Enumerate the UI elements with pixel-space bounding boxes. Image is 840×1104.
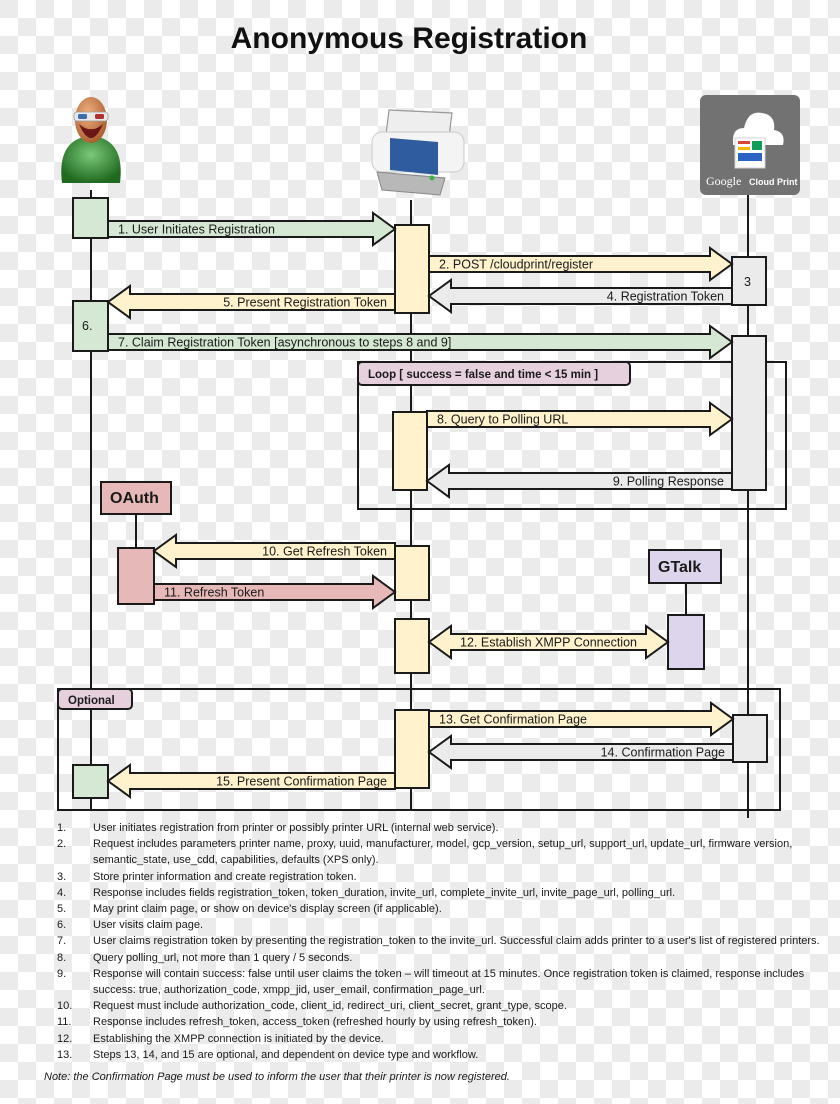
message-arrow-m2: 2. POST /cloudprint/register xyxy=(428,246,734,282)
message-label: 14. Confirmation Page xyxy=(601,746,725,760)
gtalk-activation xyxy=(667,614,705,670)
notes-list: 1. User initiates registration from print… xyxy=(44,820,834,1085)
note-number: 6. xyxy=(57,919,67,932)
message-arrow-m5: 5. Present Registration Token xyxy=(106,284,396,320)
message-label: 12. Establish XMPP Connection xyxy=(460,636,637,650)
gtalk-label: GTalk xyxy=(658,559,701,576)
note-number: 2. xyxy=(57,838,67,851)
note-item: 1. User initiates registration from print… xyxy=(44,820,834,836)
gtalk-actor: GTalk xyxy=(648,549,722,584)
printer-icon xyxy=(371,109,465,196)
printer-activation-optional xyxy=(394,709,430,789)
loop-frame-label: Loop [ success = false and time < 15 min… xyxy=(368,369,598,381)
note-item: 11. Response includes refresh_token, acce… xyxy=(44,1014,834,1030)
message-arrow-m8: 8. Query to Polling URL xyxy=(426,401,734,437)
note-text: Steps 13, 14, and 15 are optional, and d… xyxy=(93,1048,479,1061)
cloud-activation-claim xyxy=(731,335,767,491)
note-text: Response includes fields registration_to… xyxy=(93,886,676,899)
message-label: 7. Claim Registration Token [asynchronou… xyxy=(118,336,451,350)
note-item: 7. User claims registration token by pres… xyxy=(44,933,834,949)
user-avatar-icon xyxy=(61,97,121,183)
optional-frame-label: Optional xyxy=(68,695,115,707)
message-arrow-m1: 1. User Initiates Registration xyxy=(107,211,397,247)
user-activation-15 xyxy=(72,764,109,799)
note-item: 8. Query polling_url, not more than 1 que… xyxy=(44,950,834,966)
note-item: 2. Request includes parameters printer na… xyxy=(44,836,834,868)
oauth-actor: OAuth xyxy=(100,481,172,515)
note-text: Store printer information and create reg… xyxy=(93,870,357,883)
note-item: 9. Response will contain success: false u… xyxy=(44,966,834,998)
note-number: 11. xyxy=(57,1016,72,1029)
printer-activation-loop xyxy=(392,411,428,491)
cloud-activation-confirm xyxy=(732,714,768,763)
note-number: 5. xyxy=(57,903,67,916)
message-arrow-m14: 14. Confirmation Page xyxy=(427,734,734,770)
oauth-label: OAuth xyxy=(110,490,159,507)
note-text: Response includes refresh_token, access_… xyxy=(93,1016,537,1029)
note-number: 1. xyxy=(57,822,67,834)
note-item: 3. Store printer information and create r… xyxy=(44,869,834,885)
footnote: Note: the Confirmation Page must be used… xyxy=(44,1071,510,1084)
note-number: 12. xyxy=(57,1032,73,1045)
message-arrow-m4: 4. Registration Token xyxy=(427,278,733,314)
activation-label-6: 6. xyxy=(82,319,92,333)
user-activation-1 xyxy=(72,197,109,239)
message-label: 15. Present Confirmation Page xyxy=(216,775,387,789)
message-arrow-m10: 10. Get Refresh Token xyxy=(152,533,396,569)
note-text: User initiates registration from printer… xyxy=(93,822,499,834)
note-number: 3. xyxy=(57,870,67,883)
message-label: 9. Polling Response xyxy=(613,475,724,489)
note-text: Request includes parameters printer name… xyxy=(93,838,793,867)
message-arrow-m15: 15. Present Confirmation Page xyxy=(106,763,396,799)
logo-google-word: Google xyxy=(706,174,741,188)
printer-activation-xmpp xyxy=(394,618,430,674)
message-arrow-m9: 9. Polling Response xyxy=(425,463,733,499)
oauth-activation xyxy=(117,547,155,605)
note-text: User visits claim page. xyxy=(93,919,204,932)
note-text: Query polling_url, not more than 1 query… xyxy=(93,951,353,964)
sequence-diagram: Loop [ success = false and time < 15 min… xyxy=(57,95,800,818)
note-text: Response will contain success: false unt… xyxy=(93,967,805,997)
note-item: 12. Establishing the XMPP connection is i… xyxy=(44,1031,834,1047)
printer-activation-1 xyxy=(394,224,430,314)
note-number: 10. xyxy=(57,1000,73,1013)
message-label: 1. User Initiates Registration xyxy=(118,223,275,237)
message-arrow-m12: 12. Establish XMPP Connection xyxy=(427,624,670,660)
note-item: 4. Response includes fields registration_… xyxy=(44,885,834,901)
note-item: 6. User visits claim page. xyxy=(44,917,834,933)
message-label: 10. Get Refresh Token xyxy=(262,545,387,559)
note-text: User claims registration token by presen… xyxy=(93,935,820,948)
message-label: 11. Refresh Token xyxy=(164,586,264,600)
message-label: 2. POST /cloudprint/register xyxy=(439,258,593,272)
message-label: 5. Present Registration Token xyxy=(223,296,387,310)
message-arrow-m11: 11. Refresh Token xyxy=(153,574,397,610)
message-arrow-m13: 13. Get Confirmation Page xyxy=(428,701,735,737)
note-number: 13. xyxy=(57,1048,73,1061)
message-arrow-m7: 7. Claim Registration Token [asynchronou… xyxy=(107,324,734,360)
message-label: 4. Registration Token xyxy=(607,290,724,304)
message-label: 8. Query to Polling URL xyxy=(437,413,568,427)
note-text: May print claim page, or show on device'… xyxy=(93,903,442,916)
note-number: 8. xyxy=(57,951,67,964)
note-number: 4. xyxy=(57,886,67,899)
printer-activation-oauth xyxy=(394,545,430,601)
note-number: 9. xyxy=(57,967,67,980)
activation-label-3: 3 xyxy=(744,275,751,289)
note-item: 13. Steps 13, 14, and 15 are optional, an… xyxy=(44,1047,834,1063)
note-item: 10. Request must include authorization_co… xyxy=(44,998,834,1014)
note-text: Request must include authorization_code,… xyxy=(93,1000,567,1013)
google-cloud-print-logo: Google Cloud Print xyxy=(700,95,800,195)
note-number: 7. xyxy=(57,935,67,948)
note-item: 5. May print claim page, or show on devic… xyxy=(44,901,834,917)
message-label: 13. Get Confirmation Page xyxy=(439,713,587,727)
logo-cloud-print-text: Cloud Print xyxy=(749,177,798,187)
note-text: Establishing the XMPP connection is init… xyxy=(93,1032,384,1045)
